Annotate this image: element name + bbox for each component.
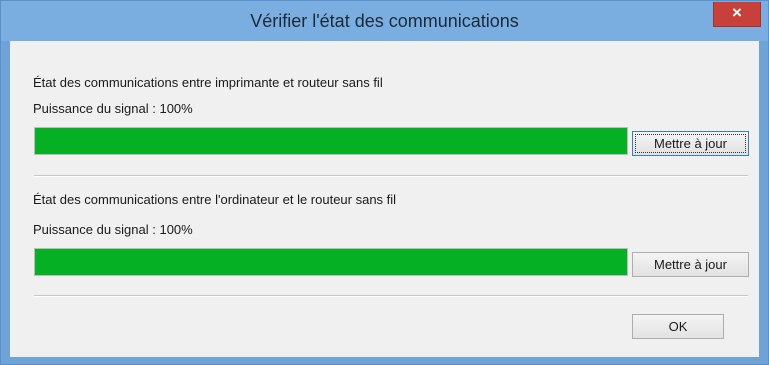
- dialog-window: Vérifier l'état des communications × Éta…: [0, 0, 769, 365]
- dialog-title: Vérifier l'état des communications: [250, 11, 519, 31]
- close-icon: ×: [732, 3, 742, 22]
- dialog-content: État des communications entre imprimante…: [10, 41, 759, 357]
- title-bar[interactable]: Vérifier l'état des communications ×: [1, 1, 768, 41]
- printer-router-heading: État des communications entre imprimante…: [33, 75, 383, 90]
- footer-divider: [34, 295, 748, 297]
- computer-router-signal-bar: [34, 248, 628, 276]
- ok-button[interactable]: OK: [632, 314, 724, 339]
- printer-router-signal-fill: [35, 128, 627, 154]
- computer-router-heading: État des communications entre l'ordinate…: [33, 192, 397, 207]
- printer-router-signal-bar: [34, 127, 628, 155]
- close-button[interactable]: ×: [713, 2, 761, 27]
- computer-router-signal-text: Puissance du signal : 100%: [33, 222, 193, 237]
- printer-router-signal-text: Puissance du signal : 100%: [33, 101, 193, 116]
- computer-router-signal-fill: [35, 249, 627, 275]
- computer-router-update-button[interactable]: Mettre à jour: [632, 252, 749, 277]
- section-divider: [34, 175, 748, 177]
- printer-router-update-button[interactable]: Mettre à jour: [632, 131, 749, 156]
